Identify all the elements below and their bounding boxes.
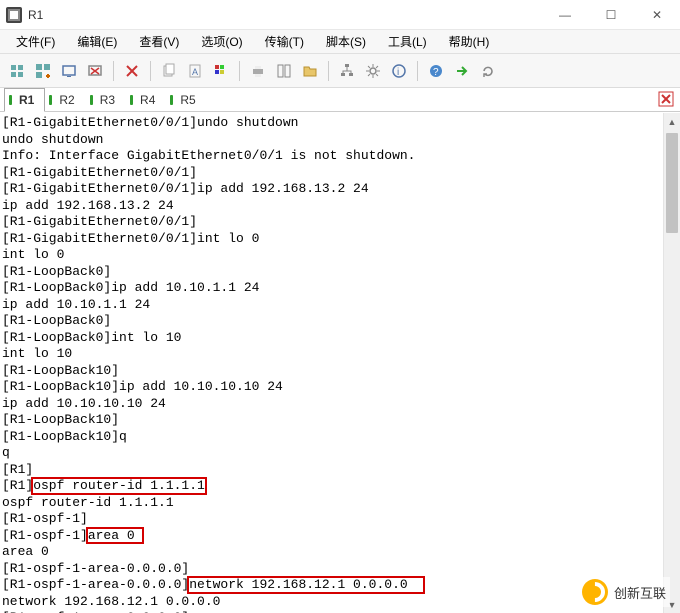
toolbar-refresh-icon[interactable] — [477, 60, 499, 82]
menu-edit[interactable]: 编辑(E) — [67, 31, 127, 52]
tab-r5[interactable]: R5 — [166, 88, 206, 111]
menu-transfer[interactable]: 传输(T) — [255, 31, 314, 52]
toolbar-separator — [113, 61, 114, 81]
svg-text:i: i — [397, 67, 399, 78]
tab-r2[interactable]: R2 — [45, 88, 85, 111]
titlebar: R1 — ☐ ✕ — [0, 0, 680, 30]
tab-label: R3 — [100, 93, 115, 107]
watermark: 创新互联 — [578, 577, 670, 607]
menu-script[interactable]: 脚本(S) — [316, 31, 376, 52]
menubar: 文件(F) 编辑(E) 查看(V) 选项(O) 传输(T) 脚本(S) 工具(L… — [0, 30, 680, 54]
close-tab-icon[interactable] — [658, 91, 674, 107]
toolbar: A i ? — [0, 54, 680, 88]
menu-view[interactable]: 查看(V) — [129, 31, 189, 52]
toolbar-separator — [150, 61, 151, 81]
watermark-logo-icon — [582, 579, 608, 605]
minimize-button[interactable]: — — [542, 0, 588, 30]
svg-text:?: ? — [433, 67, 439, 78]
terminal-output: [R1-GigabitEthernet0/0/1]undo shutdown u… — [0, 113, 680, 613]
toolbar-tile-icon[interactable] — [273, 60, 295, 82]
toolbar-folder-icon[interactable] — [299, 60, 321, 82]
toolbar-settings-icon[interactable] — [362, 60, 384, 82]
tabbar: R1 R2 R3 R4 R5 — [0, 88, 680, 112]
tab-label: R2 — [59, 93, 74, 107]
tab-label: R4 — [140, 93, 155, 107]
toolbar-separator — [417, 61, 418, 81]
tab-label: R1 — [19, 93, 34, 107]
tab-r4[interactable]: R4 — [126, 88, 166, 111]
svg-text:A: A — [192, 67, 198, 77]
toolbar-copy-icon[interactable] — [158, 60, 180, 82]
tab-r3[interactable]: R3 — [86, 88, 126, 111]
menu-options[interactable]: 选项(O) — [191, 31, 252, 52]
toolbar-help-icon[interactable]: ? — [425, 60, 447, 82]
tab-r1[interactable]: R1 — [4, 88, 45, 112]
tab-label: R5 — [180, 93, 195, 107]
window-title: R1 — [28, 8, 542, 22]
toolbar-connect-icon[interactable] — [58, 60, 80, 82]
scroll-up-icon[interactable]: ▲ — [664, 113, 680, 130]
toolbar-palette-icon[interactable] — [210, 60, 232, 82]
menu-tools[interactable]: 工具(L) — [378, 31, 437, 52]
menu-file[interactable]: 文件(F) — [6, 31, 65, 52]
menu-help[interactable]: 帮助(H) — [439, 31, 500, 52]
toolbar-print-icon[interactable] — [247, 60, 269, 82]
toolbar-info-icon[interactable]: i — [388, 60, 410, 82]
scroll-thumb[interactable] — [666, 133, 678, 233]
scrollbar[interactable]: ▲ ▼ — [663, 113, 680, 613]
watermark-text: 创新互联 — [614, 583, 666, 602]
toolbar-new-session-icon[interactable] — [6, 60, 28, 82]
close-button[interactable]: ✕ — [634, 0, 680, 30]
maximize-button[interactable]: ☐ — [588, 0, 634, 30]
toolbar-cancel-icon[interactable] — [121, 60, 143, 82]
app-icon — [6, 7, 22, 23]
toolbar-tree-icon[interactable] — [336, 60, 358, 82]
terminal[interactable]: [R1-GigabitEthernet0/0/1]undo shutdown u… — [0, 112, 680, 613]
toolbar-separator — [328, 61, 329, 81]
toolbar-disconnect-icon[interactable] — [84, 60, 106, 82]
toolbar-quick-connect-icon[interactable] — [32, 60, 54, 82]
toolbar-separator — [239, 61, 240, 81]
toolbar-paste-icon[interactable]: A — [184, 60, 206, 82]
toolbar-go-icon[interactable] — [451, 60, 473, 82]
